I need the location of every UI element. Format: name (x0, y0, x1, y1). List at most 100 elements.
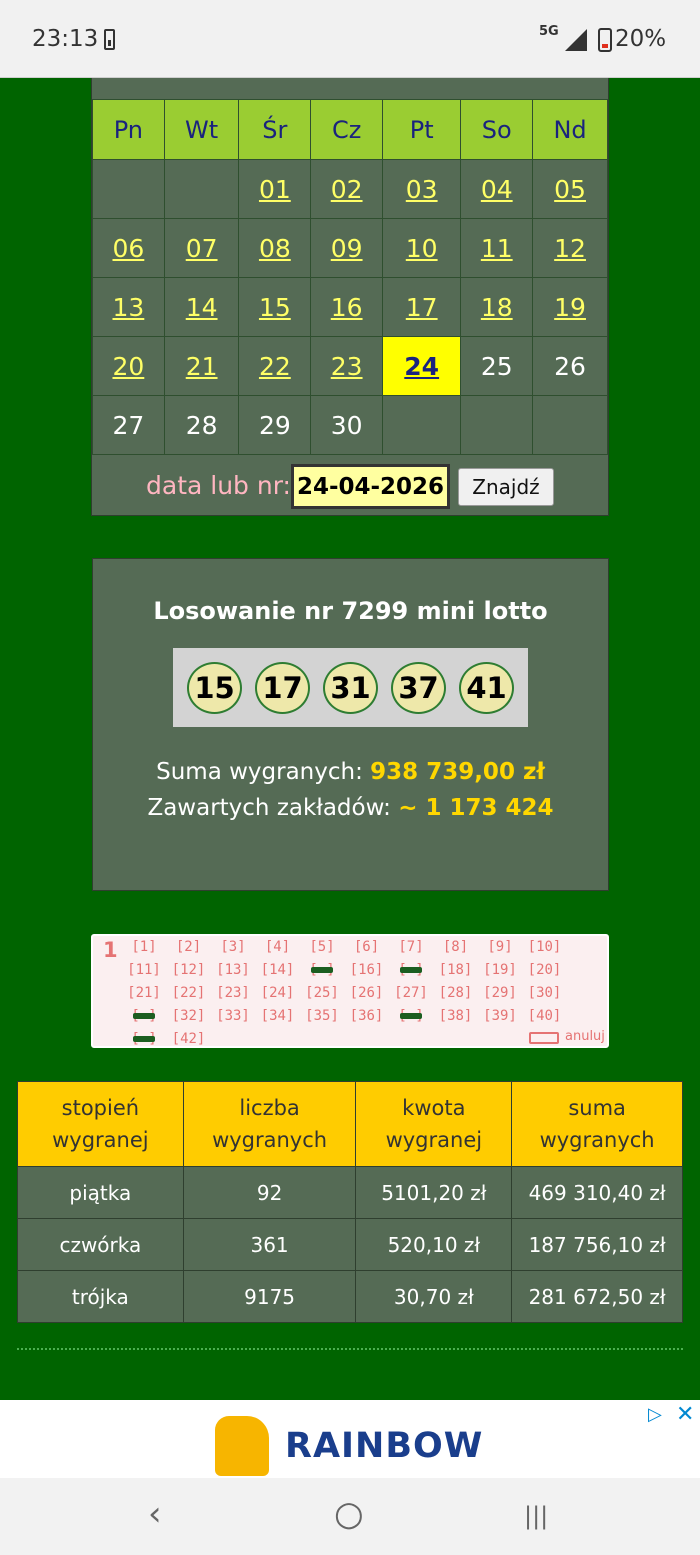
calendar-day-link[interactable]: 03 (382, 159, 462, 219)
coupon-number-cell: [28] (438, 985, 473, 1001)
draw-result: Losowanie nr 7299 mini lotto 15 17 31 37 41 … (92, 558, 609, 891)
coupon-number-cell: [6] (353, 939, 380, 955)
advertisement[interactable]: RAINBOW ▷ ✕ (0, 1400, 700, 1480)
calendar-day-link[interactable]: 14 (163, 277, 240, 337)
home-button[interactable]: ○ (334, 1494, 364, 1534)
calendar-day-link[interactable]: 09 (310, 218, 384, 278)
bets-count-value: ~ 1 173 424 (398, 795, 554, 821)
clock: 23:13 (32, 26, 99, 52)
calendar-day-link[interactable]: 17 (382, 277, 462, 337)
prize-column-header: kwota wygranej (355, 1081, 513, 1167)
calendar-day-today[interactable]: 24 (382, 336, 462, 396)
coupon-number-cell: [23] (216, 985, 250, 1001)
rainbow-logo (215, 1416, 269, 1476)
calendar-day-link[interactable]: 16 (310, 277, 384, 337)
coupon-number-cell: [10] (527, 939, 562, 955)
calendar-day-link[interactable]: 21 (163, 336, 240, 396)
find-button[interactable]: Znajdź (458, 468, 554, 506)
coupon-number-cell: [24] (260, 985, 295, 1001)
ad-brand: RAINBOW (285, 1426, 484, 1466)
prize-cell: trójka (17, 1270, 184, 1323)
draw-numbers: 15 17 31 37 41 (173, 648, 528, 727)
winnings-sum-label: Suma wygranych: (156, 759, 363, 785)
coupon-number-cell: [21] (127, 985, 161, 1001)
calendar-day-link[interactable]: 15 (238, 277, 312, 337)
table-row: trójka 9175 30,70 zł 281 672,50 zł (17, 1270, 683, 1323)
calendar-day: 27 (92, 395, 165, 455)
coupon-number-cell: [19] (483, 962, 517, 978)
coupon-number-cell: [ ] (127, 1007, 161, 1025)
calendar-day-link[interactable]: 20 (92, 336, 165, 396)
calendar-day-link[interactable]: 05 (532, 159, 608, 219)
calendar-day: 29 (238, 395, 312, 455)
network-type: 5G (539, 24, 559, 39)
coupon-number-cell: [18] (438, 962, 473, 978)
coupon-number: 1 (103, 938, 118, 962)
table-row: piątka 92 5101,20 zł 469 310,40 zł (17, 1166, 683, 1219)
coupon-number-cell: [12] (171, 962, 206, 978)
calendar-day-link[interactable]: 12 (532, 218, 608, 278)
coupon-number-cell: [29] (483, 985, 517, 1001)
prize-cell: 361 (182, 1218, 357, 1271)
divider (17, 1348, 683, 1350)
drawn-number-ball: 15 (187, 661, 242, 714)
coupon-number-cell: [9] (487, 939, 513, 955)
weekday-header: Pn (92, 99, 165, 160)
drawn-number-ball: 31 (323, 661, 378, 714)
date-search: data lub nr: Znajdź (92, 454, 608, 516)
calendar-day-link[interactable]: 11 (460, 218, 534, 278)
coupon-number-cell: [8] (442, 939, 469, 955)
weekday-header: Śr (238, 99, 312, 160)
calendar-day-link[interactable]: 07 (163, 218, 240, 278)
calendar-day-link[interactable]: 22 (238, 336, 312, 396)
calendar-day-link[interactable]: 01 (238, 159, 312, 219)
calendar-day-link[interactable]: 10 (382, 218, 462, 278)
coupon-number-cell: [33] (216, 1008, 250, 1024)
weekday-header: Nd (532, 99, 608, 160)
recents-button[interactable]: ||| (524, 1502, 548, 1530)
calendar-day: 28 (163, 395, 240, 455)
prize-cell: 281 672,50 zł (511, 1270, 683, 1323)
coupon-number-cell: [30] (527, 985, 562, 1001)
coupon-number-cell: [25] (305, 985, 339, 1001)
coupon-number-cell: [4] (264, 939, 291, 955)
prize-cell: czwórka (17, 1218, 184, 1271)
date-input[interactable] (291, 464, 450, 509)
prize-column-header: stopień wygranej (17, 1081, 184, 1167)
coupon-number-cell: [2] (175, 939, 202, 955)
winnings-sum-value: 938 739,00 zł (370, 759, 545, 785)
status-bar: 23:13 5G 20% (0, 0, 700, 78)
calendar-day-link[interactable]: 06 (92, 218, 165, 278)
calendar-empty-cell (460, 395, 534, 455)
coupon-number-cell: [14] (260, 962, 295, 978)
ad-choices-icon[interactable]: ▷ (648, 1404, 662, 1425)
calendar-day-link[interactable]: 04 (460, 159, 534, 219)
calendar-day-link[interactable]: 19 (532, 277, 608, 337)
coupon-number-cell: [5] (309, 939, 335, 955)
weekday-header: Wt (163, 99, 240, 160)
calendar-day-link[interactable]: 13 (92, 277, 165, 337)
prize-cell: 5101,20 zł (355, 1166, 513, 1219)
calendar-day: 26 (532, 336, 608, 396)
coupon-number-cell: [ ] (394, 961, 428, 979)
prize-cell: 187 756,10 zł (511, 1218, 683, 1271)
calendar-day-link[interactable]: 18 (460, 277, 534, 337)
calendar-day-link[interactable]: 23 (310, 336, 384, 396)
navigation-bar: ‹ ○ ||| (0, 1478, 700, 1555)
battery-percent: 20% (615, 26, 667, 52)
close-icon[interactable]: ✕ (676, 1402, 694, 1427)
coupon-number-cell: [22] (171, 985, 206, 1001)
coupon-number-cell: [35] (305, 1008, 339, 1024)
calendar-day-link[interactable]: 08 (238, 218, 312, 278)
prize-column-header: suma wygranych (511, 1081, 683, 1167)
signal-icon (565, 29, 587, 51)
coupon-number-cell: [36] (349, 1008, 384, 1024)
calendar: Pn Wt Śr Cz Pt So Nd 01 02 03 04 05 06 07 08 09 10 11 12 1… (91, 60, 609, 516)
prize-column-header: liczba wygranych (182, 1081, 357, 1167)
coupon-number-cell: [ ] (394, 1007, 428, 1025)
calendar-day-link[interactable]: 02 (310, 159, 384, 219)
back-button[interactable]: ‹ (148, 1494, 162, 1534)
draw-title: Losowanie nr 7299 mini lotto (153, 597, 548, 625)
coupon-number-cell: [3] (220, 939, 246, 955)
drawn-number-ball: 17 (255, 661, 310, 714)
